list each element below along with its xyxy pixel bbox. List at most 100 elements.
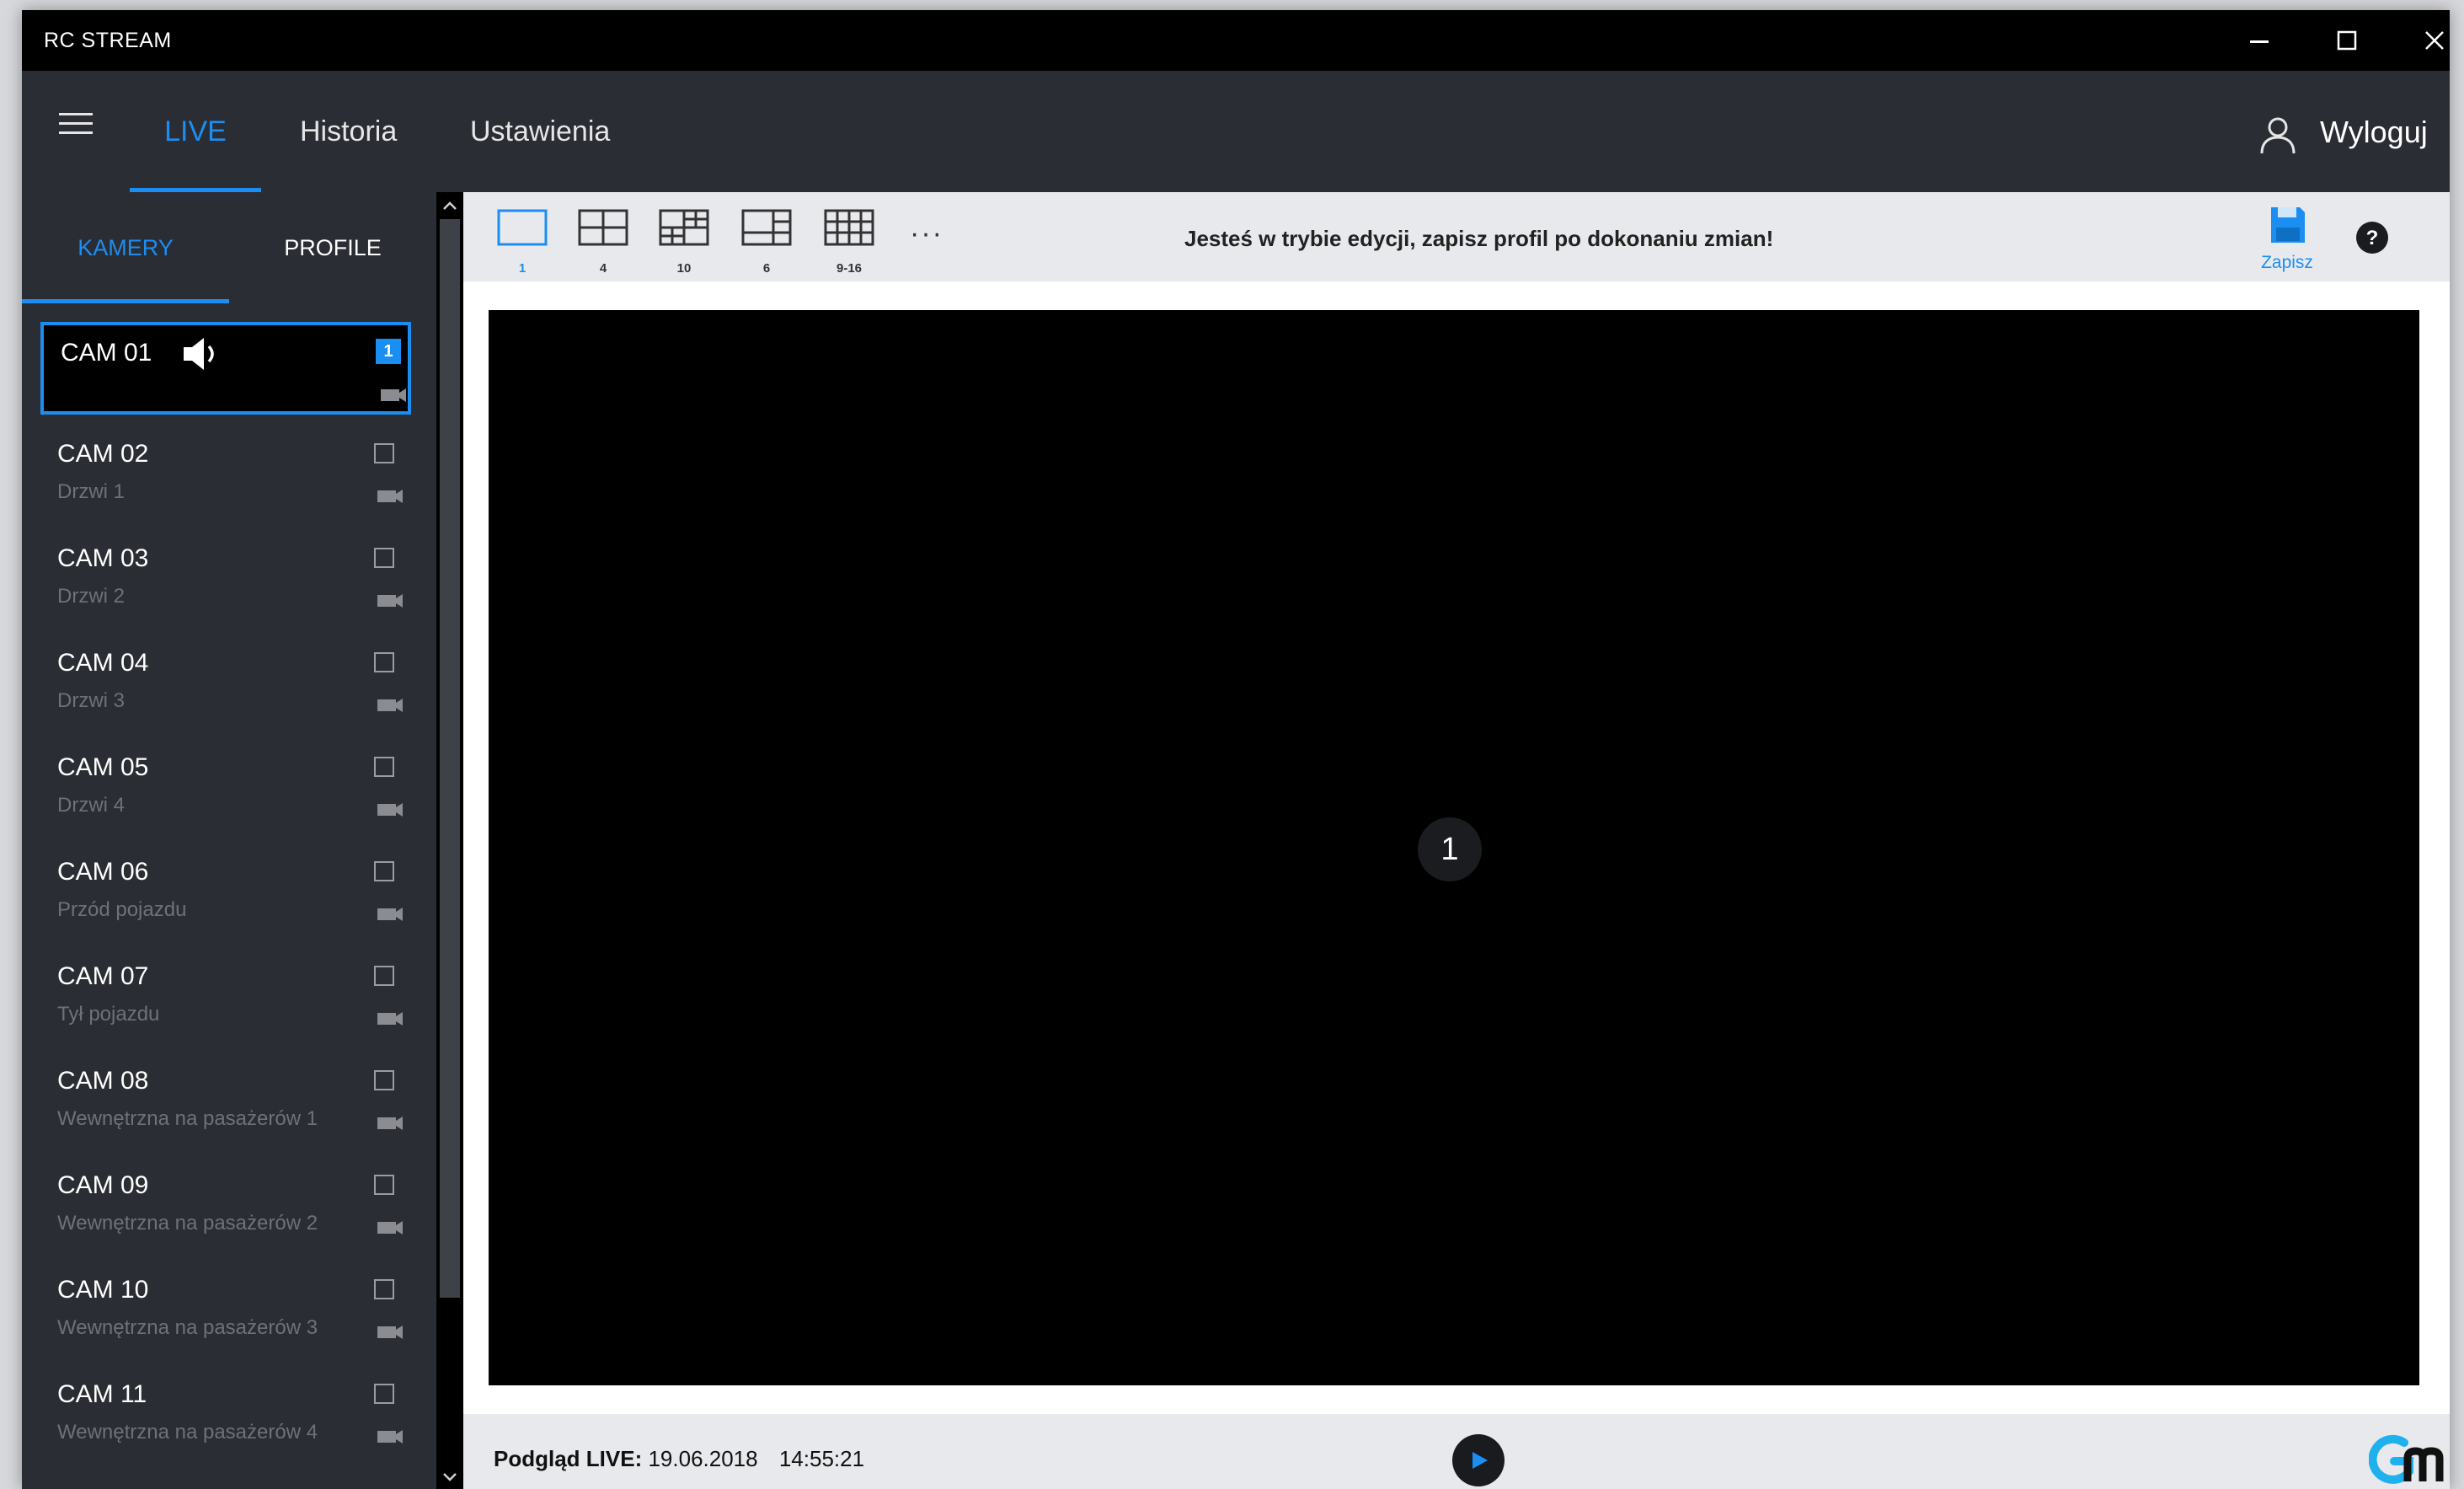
camera-item-cam06[interactable]: CAM 06 Przód pojazdu [40,844,411,937]
camera-checkbox[interactable] [374,548,394,568]
video-camera-icon [377,1012,403,1026]
live-status: Podgląd LIVE: 19.06.2018 14:55:21 [494,1446,864,1472]
speaker-icon[interactable] [180,335,224,372]
camera-item-cam04[interactable]: CAM 04 Drzwi 3 [40,635,411,728]
sidebar-tab-profile[interactable]: PROFILE [229,192,436,303]
layout-6-button[interactable]: 6 [740,206,794,276]
play-button[interactable] [1452,1434,1505,1486]
camera-item-cam01[interactable]: CAM 01 1 [40,322,411,415]
sidebar-tab-kamery[interactable]: KAMERY [22,192,229,303]
camera-description: Drzwi 1 [57,480,126,503]
camera-name: CAM 09 [57,1171,149,1199]
layout-1-button[interactable]: 1 [495,206,549,276]
camera-description: Wewnętrzna na pasażerów 4 [57,1421,318,1443]
camera-checkbox[interactable] [374,1279,394,1299]
layout-4-button[interactable]: 4 [576,206,630,276]
layout-9-16-button[interactable]: 9-16 [822,206,876,276]
video-camera-icon [377,490,403,503]
live-status-label: Podgląd LIVE: [494,1446,643,1471]
camera-item-cam08[interactable]: CAM 08 Wewnętrzna na pasażerów 1 [40,1053,411,1146]
more-layouts-button[interactable]: ··· [910,217,943,250]
layout-ten-icon [659,209,709,246]
layout-single-icon [497,209,548,246]
user-icon [2260,117,2296,154]
minimize-icon [2250,40,2269,43]
video-camera-icon [377,594,403,608]
camera-name: CAM 04 [57,649,149,677]
camera-checkbox[interactable] [374,966,394,986]
main-panel: 1 4 10 6 9-16 ··· Jesteś w trybie edycji… [463,192,2450,1489]
scroll-up-button[interactable] [436,194,463,217]
camera-description: Drzwi 3 [57,689,126,712]
camera-checkbox[interactable] [374,443,394,463]
scrollbar-thumb[interactable] [440,219,460,1298]
close-icon [2425,31,2444,50]
title-bar: RC STREAM [22,10,2450,71]
maximize-button[interactable] [2303,10,2391,71]
camera-item-cam02[interactable]: CAM 02 Drzwi 1 [40,426,411,519]
camera-name: CAM 05 [57,753,149,781]
layout-toolbar: 1 4 10 6 9-16 ··· Jesteś w trybie edycji… [463,192,2450,281]
save-label: Zapisz [2261,253,2313,272]
nav-bar: LIVE Historia Ustawienia Wyloguj [22,71,2450,192]
tab-ustawienia[interactable]: Ustawienia [470,71,610,192]
camera-item-cam09[interactable]: CAM 09 Wewnętrzna na pasażerów 2 [40,1158,411,1251]
camera-description: Wewnętrzna na pasażerów 3 [57,1316,318,1339]
video-camera-icon [377,1430,403,1443]
layout-six-icon [741,209,792,246]
chevron-down-icon [443,1473,457,1481]
edit-mode-message: Jesteś w trybie edycji, zapisz profil po… [1184,226,1774,251]
camera-checkbox[interactable] [374,1175,394,1195]
live-status-date: 19.06.2018 [648,1446,758,1471]
tab-historia[interactable]: Historia [300,71,397,192]
camera-checkbox[interactable] [374,861,394,881]
video-camera-icon [377,699,403,712]
video-viewport[interactable]: 1 [489,310,2419,1385]
chevron-up-icon [443,201,457,210]
live-status-time: 14:55:21 [778,1446,865,1471]
layout-grid-icon [824,209,874,246]
camera-name: CAM 08 [57,1067,149,1095]
sidebar-tab-underline [22,299,229,303]
camera-checkbox[interactable] [374,1070,394,1090]
camera-description: Wewnętrzna na pasażerów 2 [57,1212,318,1235]
camera-item-cam05[interactable]: CAM 05 Drzwi 4 [40,740,411,833]
minimize-button[interactable] [2215,10,2303,71]
camera-checkbox[interactable] [374,652,394,672]
camera-description: Drzwi 4 [57,794,126,817]
app-title: RC STREAM [44,29,172,52]
sidebar-scrollbar[interactable] [436,192,463,1489]
layout-10-label: 10 [676,261,692,276]
camera-item-cam03[interactable]: CAM 03 Drzwi 2 [40,531,411,624]
logout-button[interactable]: Wyloguj [2320,115,2428,150]
scroll-down-button[interactable] [436,1465,463,1489]
video-tile-number: 1 [1418,817,1482,881]
help-icon[interactable]: ? [2355,221,2389,254]
sidebar-tab-profile-label: PROFILE [284,234,382,260]
tab-live-label: LIVE [164,115,227,147]
camera-item-cam07[interactable]: CAM 07 Tył pojazdu [40,949,411,1042]
tab-live[interactable]: LIVE [130,71,261,192]
camera-name: CAM 02 [57,440,149,468]
camera-slot-badge[interactable]: 1 [376,339,401,364]
save-profile-button[interactable]: Zapisz [2249,202,2325,280]
tab-ustawienia-label: Ustawienia [470,115,611,147]
hamburger-menu-icon[interactable] [59,108,96,142]
svg-text:?: ? [2366,227,2379,249]
camera-checkbox[interactable] [374,757,394,777]
layout-10-button[interactable]: 10 [657,206,711,276]
layout-6-label: 6 [762,261,771,276]
camera-name: CAM 03 [57,544,149,572]
camera-item-cam10[interactable]: CAM 10 Wewnętrzna na pasażerów 3 [40,1262,411,1355]
app-window: RC STREAM LIVE Historia Ustawienia Wylog… [22,10,2450,1489]
brand-logo-icon [2369,1434,2444,1484]
video-camera-icon [377,1117,403,1130]
camera-name: CAM 06 [57,858,149,886]
status-bar: Podgląd LIVE: 19.06.2018 14:55:21 [463,1414,2450,1489]
camera-description: Wewnętrzna na pasażerów 1 [57,1107,318,1130]
maximize-icon [2337,30,2357,51]
camera-checkbox[interactable] [374,1384,394,1404]
video-camera-icon [377,803,403,817]
camera-item-cam11[interactable]: CAM 11 Wewnętrzna na pasażerów 4 [40,1367,411,1460]
close-button[interactable] [2391,10,2450,71]
